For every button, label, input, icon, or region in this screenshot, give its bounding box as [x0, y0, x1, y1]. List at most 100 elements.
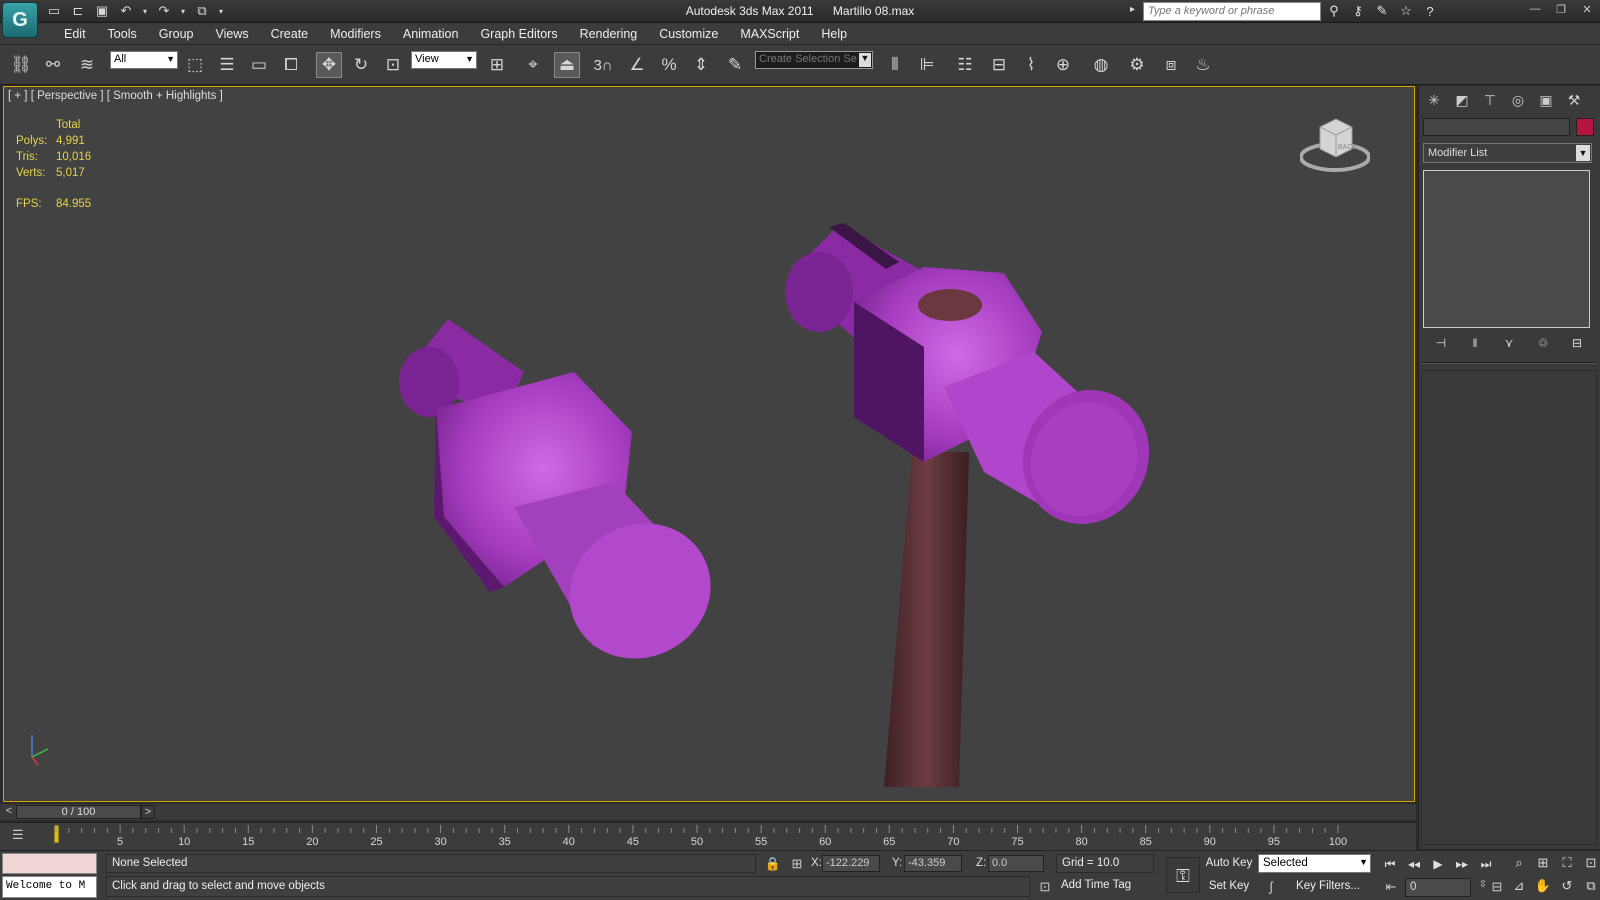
pivot-center-icon[interactable]: ⊞	[484, 52, 510, 78]
modify-tab-icon[interactable]: ◩	[1451, 90, 1473, 110]
menu-modifiers[interactable]: Modifiers	[320, 26, 393, 42]
application-menu-icon[interactable]: G	[2, 2, 38, 38]
key-filters-button[interactable]: Key Filters...	[1284, 878, 1372, 897]
make-unique-icon[interactable]: ⋎	[1499, 336, 1519, 352]
new-file-icon[interactable]: ▭	[44, 2, 64, 20]
time-slider-thumb[interactable]: 0 / 100	[16, 805, 141, 819]
project-folder-icon[interactable]: ⧉	[192, 2, 212, 20]
time-slider-next-icon[interactable]: >	[141, 805, 155, 819]
mirror-icon[interactable]: ⫴	[882, 52, 908, 78]
viewcube[interactable]: BACK	[1300, 113, 1370, 175]
snaps-toggle-icon[interactable]: 3 ∩	[590, 52, 616, 78]
save-file-icon[interactable]: ▣	[92, 2, 112, 20]
set-key-button[interactable]: Set Key	[1204, 878, 1254, 896]
perspective-viewport[interactable]: [ + ] [ Perspective ] [ Smooth + Highlig…	[3, 86, 1415, 802]
add-time-tag-button[interactable]: Add Time Tag	[1056, 876, 1154, 897]
subscription-icon[interactable]: ⚷	[1349, 2, 1367, 20]
zoom-all-icon[interactable]: ⊞	[1532, 855, 1554, 875]
menu-tools[interactable]: Tools	[98, 26, 149, 42]
menu-group[interactable]: Group	[149, 26, 206, 42]
set-keys-key-icon[interactable]: ⚿	[1166, 857, 1200, 893]
menu-edit[interactable]: Edit	[54, 26, 98, 42]
zoom-icon[interactable]: ⌕	[1508, 855, 1530, 875]
edit-named-selection-icon[interactable]: ✎	[722, 52, 748, 78]
select-and-rotate-icon[interactable]: ↻	[348, 52, 374, 78]
undo-icon[interactable]: ↶	[116, 2, 136, 20]
time-slider-prev-icon[interactable]: <	[2, 805, 16, 819]
communication-center-icon[interactable]: ✎	[1373, 2, 1391, 20]
motion-tab-icon[interactable]: ◎	[1507, 90, 1529, 110]
select-and-move-icon[interactable]: ✥	[316, 52, 342, 78]
zoom-extents-icon[interactable]: ⛶	[1556, 855, 1578, 875]
maxscript-mini-listener[interactable]	[2, 853, 97, 874]
key-mode-toggle-icon[interactable]: ⇤	[1382, 879, 1400, 897]
binoculars-icon[interactable]: ⚲	[1325, 2, 1343, 20]
customize-quick-access-icon[interactable]: ▾	[216, 2, 226, 20]
field-of-view-icon[interactable]: ⊿	[1508, 878, 1530, 898]
menu-rendering[interactable]: Rendering	[570, 26, 650, 42]
named-selection-sets-dropdown[interactable]: Create Selection Se ▼	[755, 51, 873, 69]
window-crossing-icon[interactable]: ⧠	[278, 52, 304, 78]
z-coordinate-field[interactable]: 0.0	[988, 855, 1044, 872]
next-frame-icon[interactable]: ▸▸	[1452, 857, 1472, 873]
modifier-stack[interactable]	[1423, 170, 1590, 328]
menu-animation[interactable]: Animation	[393, 26, 471, 42]
hierarchy-tab-icon[interactable]: ⊤	[1479, 90, 1501, 110]
redo-icon[interactable]: ↷	[154, 2, 174, 20]
x-coordinate-field[interactable]: -122.229	[822, 855, 880, 872]
go-to-start-icon[interactable]: ⏮	[1380, 857, 1400, 873]
time-configuration-icon[interactable]: ⊟	[1488, 879, 1506, 897]
restore-icon[interactable]: ❐	[1548, 0, 1574, 18]
schematic-view-icon[interactable]: ⊕	[1050, 52, 1076, 78]
search-expand-icon[interactable]: ▸	[1130, 4, 1135, 15]
hammer-head-right[interactable]	[785, 223, 1171, 545]
menu-views[interactable]: Views	[205, 26, 260, 42]
undo-dropdown-icon[interactable]: ▾	[140, 2, 150, 20]
object-name-field[interactable]	[1423, 118, 1570, 136]
viewport-label[interactable]: [ + ] [ Perspective ] [ Smooth + Highlig…	[8, 90, 223, 102]
help-icon[interactable]: ?	[1421, 2, 1439, 20]
select-object-icon[interactable]: ⬚	[182, 52, 208, 78]
play-icon[interactable]: ▶	[1428, 857, 1448, 873]
select-and-scale-icon[interactable]: ⊡	[380, 52, 406, 78]
track-bar[interactable]: ☰ 5 10 15 20 25 30 35 40 45 50 55 60 65 70 75 80 85 90 95 1…	[0, 822, 1416, 850]
maxscript-output[interactable]: Welcome to M	[2, 876, 97, 898]
redo-dropdown-icon[interactable]: ▾	[178, 2, 188, 20]
maximize-viewport-icon[interactable]: ⧉	[1580, 878, 1600, 898]
keyboard-shortcut-override-icon[interactable]: ⏏	[554, 52, 580, 78]
search-input[interactable]: Type a keyword or phrase	[1143, 2, 1321, 21]
render-teapot-icon[interactable]: ♨	[1190, 52, 1216, 78]
render-setup-icon[interactable]: ⚙	[1124, 52, 1150, 78]
percent-snap-icon[interactable]: %	[656, 52, 682, 78]
auto-key-button[interactable]: Auto Key	[1204, 855, 1254, 873]
hammer-handle[interactable]	[884, 452, 969, 787]
select-and-manipulate-icon[interactable]: ⌖	[520, 52, 546, 78]
go-to-end-icon[interactable]: ⏭	[1476, 857, 1496, 873]
object-color-swatch[interactable]	[1576, 118, 1594, 136]
unlink-selection-icon[interactable]: ⚯	[40, 52, 66, 78]
zoom-extents-all-icon[interactable]: ⊡	[1580, 855, 1600, 875]
select-by-name-icon[interactable]: ☰	[214, 52, 240, 78]
menu-help[interactable]: Help	[811, 26, 859, 42]
hammer-head-left[interactable]	[399, 319, 735, 684]
menu-customize[interactable]: Customize	[649, 26, 730, 42]
orbit-icon[interactable]: ↺	[1556, 878, 1578, 898]
current-frame-field[interactable]: 0	[1405, 878, 1471, 897]
rendered-frame-window-icon[interactable]: ⧈	[1158, 52, 1184, 78]
remove-modifier-icon[interactable]: ♲	[1533, 336, 1553, 352]
utilities-tab-icon[interactable]: ⚒	[1563, 90, 1585, 110]
time-tag-icon[interactable]: ⊡	[1036, 879, 1054, 897]
key-mode-dropdown[interactable]: Selected ▼	[1258, 854, 1371, 873]
rectangular-selection-icon[interactable]: ▭	[246, 52, 272, 78]
selection-lock-icon[interactable]: 🔒	[764, 856, 782, 874]
bind-to-space-warp-icon[interactable]: ≋	[74, 52, 100, 78]
pin-stack-icon[interactable]: ⊣	[1431, 336, 1451, 352]
previous-frame-icon[interactable]: ◂◂	[1404, 857, 1424, 873]
menu-graph-editors[interactable]: Graph Editors	[470, 26, 569, 42]
angle-snap-icon[interactable]: ∠	[624, 52, 650, 78]
display-tab-icon[interactable]: ▣	[1535, 90, 1557, 110]
modifier-list-dropdown[interactable]: Modifier List ▼	[1423, 143, 1592, 163]
default-tangent-icon[interactable]: ∫	[1262, 879, 1280, 897]
configure-modifier-sets-icon[interactable]: ⊟	[1567, 336, 1587, 352]
align-icon[interactable]: ⊫	[914, 52, 940, 78]
